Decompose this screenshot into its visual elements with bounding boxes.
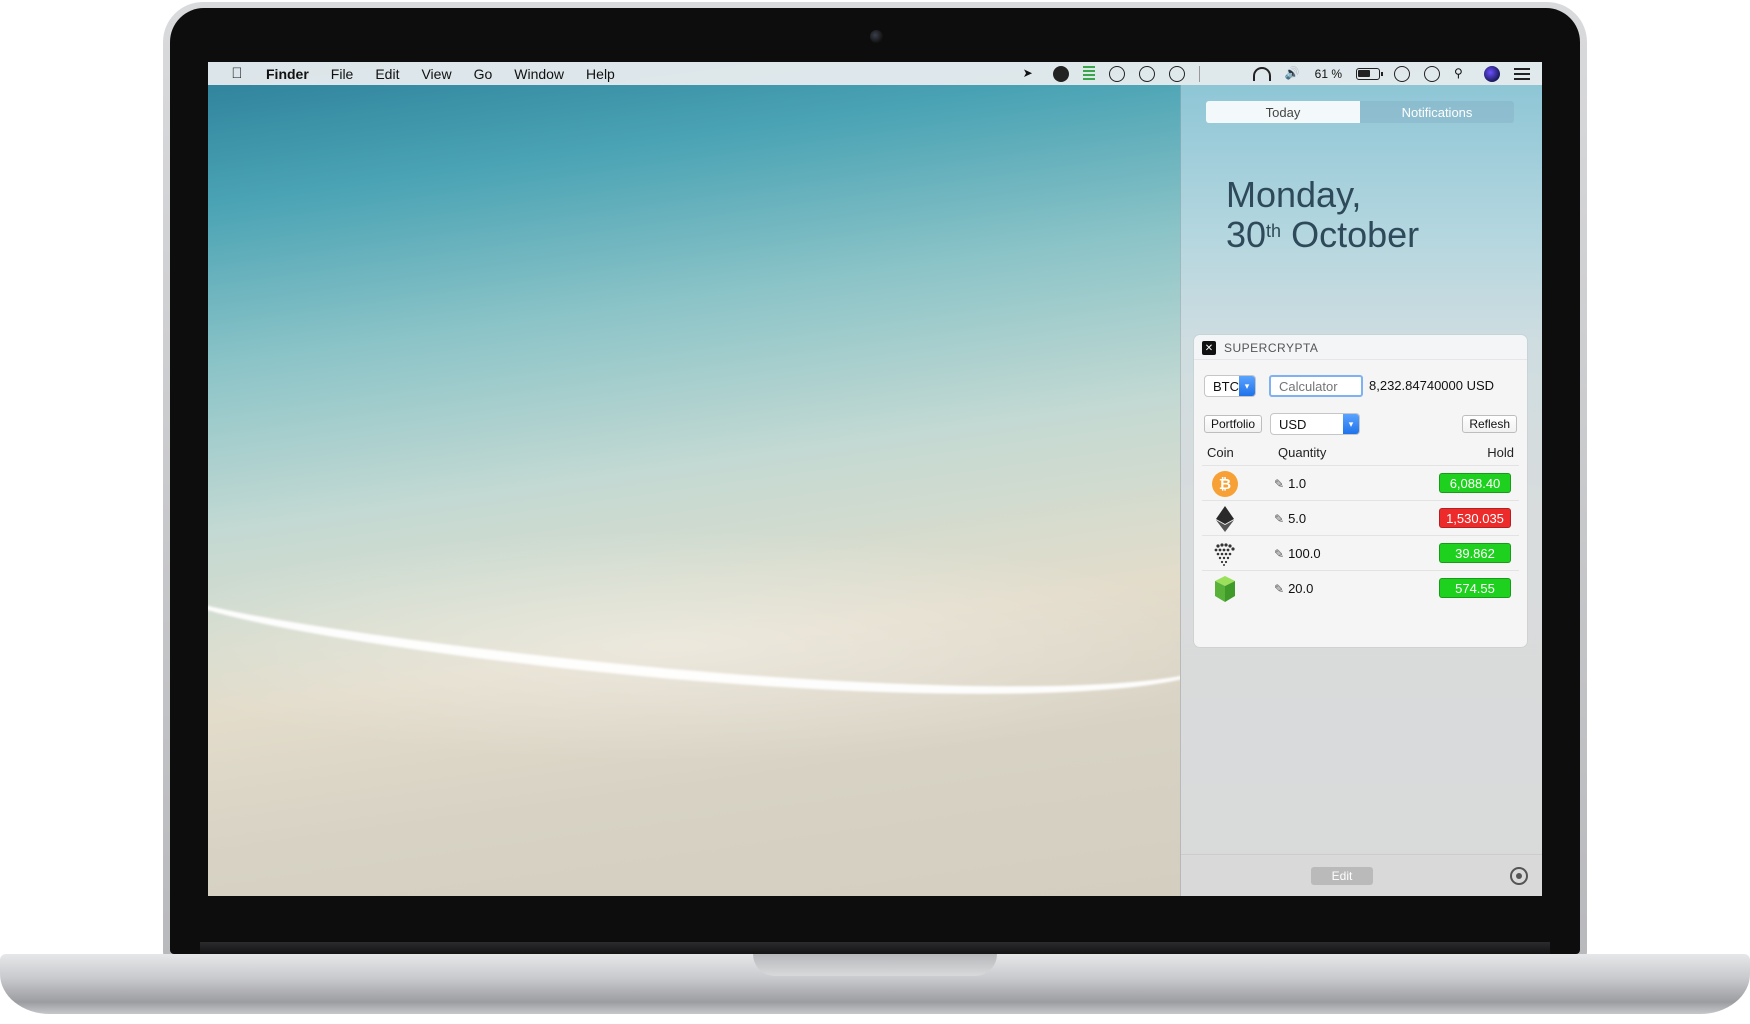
ethereum-icon xyxy=(1212,506,1238,532)
nc-tab-control: Today Notifications xyxy=(1206,101,1514,123)
bitcoin-icon: ₿ xyxy=(1212,471,1238,497)
date-weekday: Monday, xyxy=(1226,174,1362,215)
hold-value: 574.55 xyxy=(1439,578,1511,598)
column-hold: Hold xyxy=(1487,445,1514,460)
date-suffix: th xyxy=(1266,221,1282,241)
globe-icon[interactable] xyxy=(1138,65,1155,82)
supercrypta-widget: ✕ SUPERCRYPTA BTC ▾ 8,232.84740000 USD P… xyxy=(1194,335,1527,647)
bluetooth-icon[interactable] xyxy=(1198,65,1207,82)
tab-notifications[interactable]: Notifications xyxy=(1360,101,1514,123)
widget-title: SUPERCRYPTA xyxy=(1224,341,1319,355)
coin-select[interactable]: BTC ▾ xyxy=(1204,375,1256,397)
date-month: October xyxy=(1291,214,1420,255)
neo-icon xyxy=(1212,576,1238,602)
widget-header: ✕ SUPERCRYPTA xyxy=(1202,341,1318,355)
portfolio-button[interactable]: Portfolio xyxy=(1204,415,1263,433)
menu-view[interactable]: View xyxy=(421,66,451,82)
pencil-icon: ✎ xyxy=(1274,547,1285,561)
chevron-down-icon: ▾ xyxy=(1239,376,1255,396)
quantity-value: 1.0 xyxy=(1288,476,1307,491)
siri-icon[interactable] xyxy=(1484,65,1500,82)
iota-icon xyxy=(1212,541,1238,567)
refresh-button[interactable]: Reflesh xyxy=(1462,415,1517,433)
apple-menu-icon[interactable]:  xyxy=(228,65,246,83)
quantity-cell[interactable]: ✎ 100.0 xyxy=(1274,546,1321,561)
telegram-icon[interactable] xyxy=(1052,65,1069,82)
menu-go[interactable]: Go xyxy=(474,66,493,82)
hold-value: 39.862 xyxy=(1439,543,1511,563)
quantity-value: 5.0 xyxy=(1288,511,1307,526)
table-row: ✎ 100.0 39.862 xyxy=(1202,535,1519,570)
pencil-icon: ✎ xyxy=(1274,512,1285,526)
quantity-value: 100.0 xyxy=(1288,546,1321,561)
hold-value: 6,088.40 xyxy=(1439,473,1511,493)
checkmark-icon[interactable] xyxy=(1108,65,1125,82)
table-row: ✎ 20.0 574.55 xyxy=(1202,570,1519,605)
clock-icon[interactable] xyxy=(1424,65,1440,82)
activity-monitor-icon[interactable] xyxy=(1082,65,1095,82)
wifi-icon[interactable] xyxy=(1252,66,1271,81)
quantity-cell[interactable]: ✎ 20.0 xyxy=(1274,581,1313,596)
currency-select[interactable]: USD ▾ xyxy=(1270,413,1360,435)
table-row: ₿ ✎ 1.0 6,088.40 xyxy=(1202,465,1519,500)
tab-today[interactable]: Today xyxy=(1206,101,1360,123)
quantity-cell[interactable]: ✎ 1.0 xyxy=(1274,476,1306,491)
pencil-icon: ✎ xyxy=(1274,582,1285,596)
status-items: ➤ 🔊 61 % ⚲ xyxy=(1023,62,1530,142)
quantity-cell[interactable]: ✎ 5.0 xyxy=(1274,511,1306,526)
currency-select-value: USD xyxy=(1279,416,1307,432)
nc-footer: Edit xyxy=(1181,854,1542,896)
date-day-month: 30th October xyxy=(1226,215,1419,255)
notification-center-icon[interactable] xyxy=(1514,67,1530,80)
quantity-value: 20.0 xyxy=(1288,581,1314,596)
laptop-notch xyxy=(753,954,997,976)
screen:  Finder File Edit View Go Window Help ➤… xyxy=(208,62,1542,896)
volume-icon[interactable]: 🔊 xyxy=(1285,66,1301,82)
spotlight-search-icon[interactable]: ⚲ xyxy=(1454,66,1470,82)
battery-icon[interactable] xyxy=(1356,67,1383,80)
menu-bar:  Finder File Edit View Go Window Help ➤… xyxy=(208,62,1542,142)
battery-percent[interactable]: 61 % xyxy=(1315,67,1342,81)
supercrypta-logo-icon: ✕ xyxy=(1202,341,1216,355)
column-quantity: Quantity xyxy=(1278,445,1327,460)
menu-file[interactable]: File xyxy=(331,66,354,82)
menu-edit[interactable]: Edit xyxy=(375,66,399,82)
camera-icon xyxy=(870,30,883,43)
date-day: 30 xyxy=(1226,214,1267,255)
coin-select-value: BTC xyxy=(1213,378,1239,394)
converted-value: 8,232.84740000 USD xyxy=(1369,378,1495,393)
menu-help[interactable]: Help xyxy=(586,66,615,82)
column-coin: Coin xyxy=(1207,445,1234,460)
keyboard-viewer-icon[interactable] xyxy=(1394,65,1410,82)
time-machine-icon[interactable] xyxy=(1168,65,1185,82)
today-date: Monday, 30th October xyxy=(1226,175,1419,255)
hold-value: 1,530.035 xyxy=(1439,508,1511,528)
table-row: ✎ 5.0 1,530.035 xyxy=(1202,500,1519,535)
menu-app-name[interactable]: Finder xyxy=(266,66,309,82)
gear-icon[interactable] xyxy=(1510,867,1528,885)
notification-center-panel: Today Notifications Monday, 30th October… xyxy=(1180,85,1542,896)
widget-divider xyxy=(1194,359,1527,360)
calculator-input[interactable] xyxy=(1269,375,1363,397)
pencil-icon: ✎ xyxy=(1274,477,1285,491)
menu-window[interactable]: Window xyxy=(514,66,564,82)
edit-button[interactable]: Edit xyxy=(1311,867,1373,885)
location-arrow-icon[interactable]: ➤ xyxy=(1023,66,1039,82)
chevron-down-icon: ▾ xyxy=(1343,414,1359,434)
